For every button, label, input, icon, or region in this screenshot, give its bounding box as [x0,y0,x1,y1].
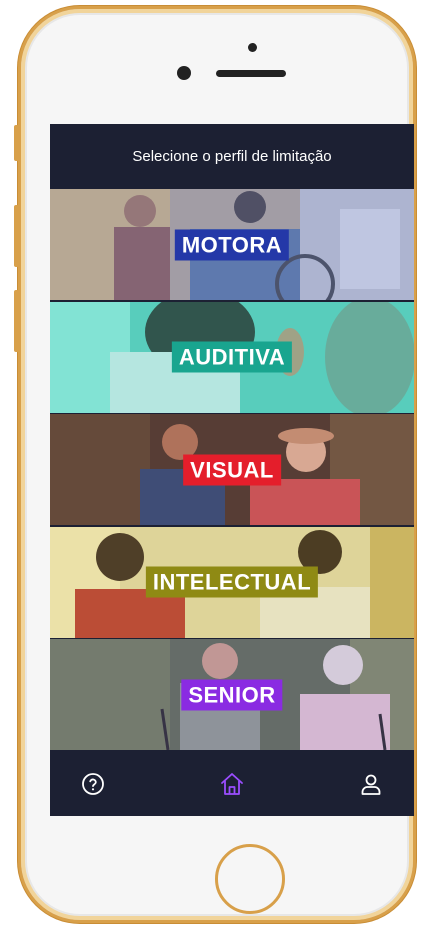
page-title: Selecione o perfil de limitação [132,148,332,165]
profile-intelectual[interactable]: INTELECTUAL [50,526,414,638]
home-hardware-button[interactable] [215,844,285,914]
volume-up-button [14,205,19,267]
profile-visual[interactable]: VISUAL [50,414,414,525]
profile-label-auditiva: AUDITIVA [171,341,293,373]
home-icon [221,773,243,795]
earpiece-speaker [216,70,286,77]
profile-button[interactable] [350,763,392,805]
mute-switch [14,125,19,161]
profile-senior[interactable]: SENIOR [50,639,414,750]
app-screen: Selecione o perfil de limitação MOTORA A… [50,124,414,816]
home-button[interactable] [211,763,253,805]
volume-down-button [14,290,19,352]
profile-label-intelectual: INTELECTUAL [145,566,319,598]
profile-label-visual: VISUAL [183,454,281,485]
page-header: Selecione o perfil de limitação [50,124,414,189]
profile-list: MOTORA AUDITIVA VISUAL INTELECTUAL SENIO… [50,189,414,752]
help-button[interactable] [72,763,114,805]
profile-auditiva[interactable]: AUDITIVA [50,301,414,413]
help-icon [82,773,104,795]
front-sensor [248,43,257,52]
front-camera [177,66,191,80]
bottom-navbar [50,752,414,816]
profile-motora[interactable]: MOTORA [50,189,414,300]
profile-label-senior: SENIOR [181,679,283,710]
user-icon [361,774,381,795]
profile-label-motora: MOTORA [174,229,290,260]
